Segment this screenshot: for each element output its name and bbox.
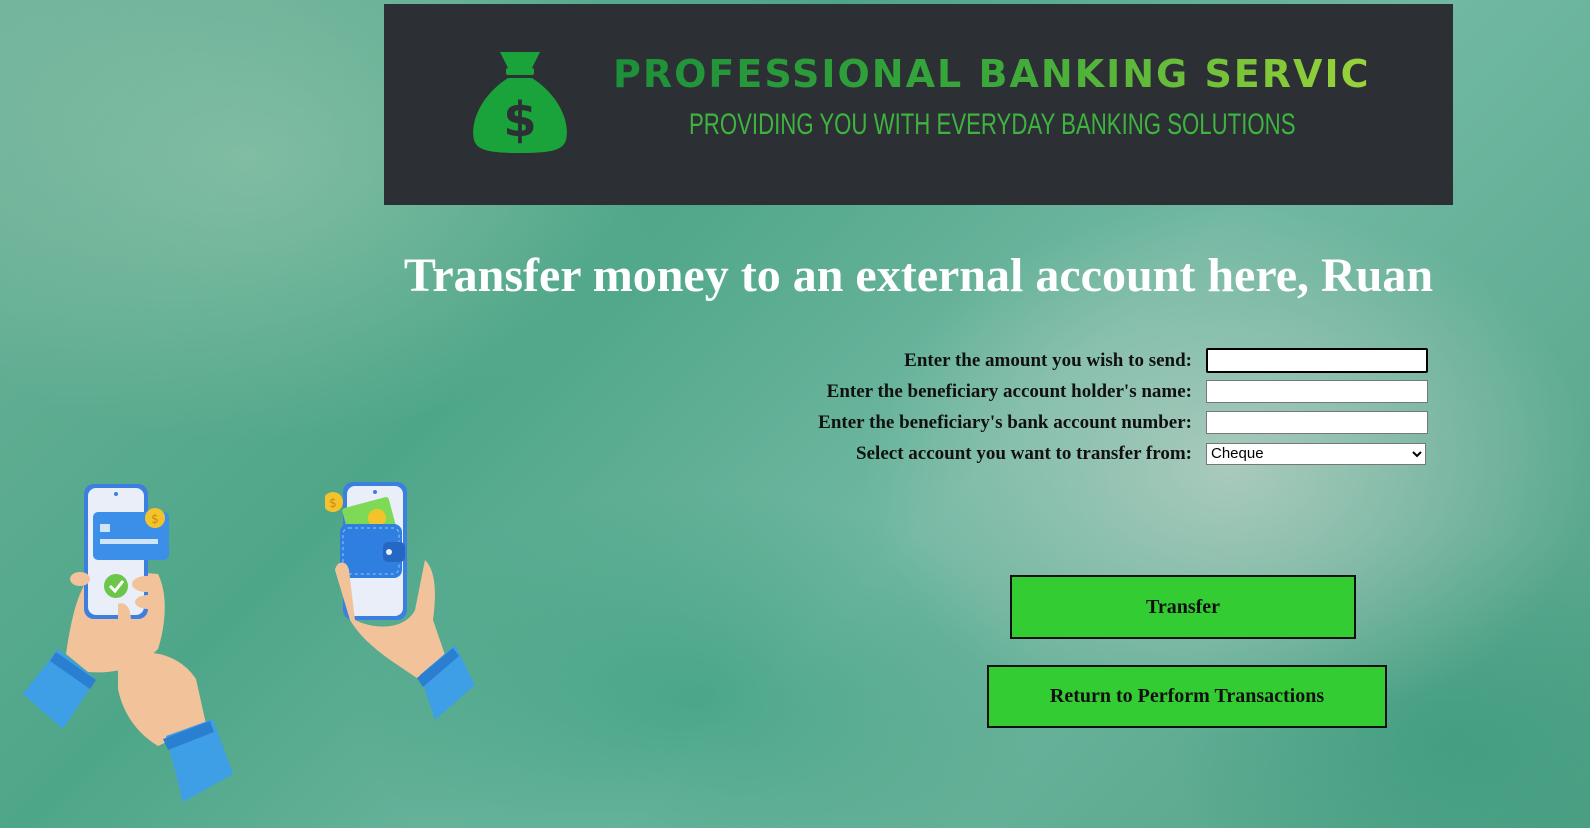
dollar-symbol: $ (503, 92, 536, 148)
transfer-button[interactable]: Transfer (1010, 575, 1356, 639)
account-number-label: Enter the beneficiary's bank account num… (818, 411, 1192, 433)
money-bag-icon: $ (473, 52, 567, 153)
amount-row: Enter the amount you wish to send: (700, 345, 1428, 376)
brand-title: PROFESSIONAL BANKING SERVICES (613, 52, 1428, 96)
holder-row: Enter the beneficiary account holder's n… (700, 376, 1428, 407)
from-account-label: Select account you want to transfer from… (856, 442, 1192, 464)
from-account-select[interactable]: Cheque (1206, 442, 1426, 465)
phone-wallet-illustration: $ (325, 482, 475, 720)
page-title: Transfer money to an external account he… (403, 249, 1434, 302)
amount-input[interactable] (1206, 348, 1428, 373)
holder-name-label: Enter the beneficiary account holder's n… (826, 380, 1192, 402)
holder-name-input[interactable] (1206, 380, 1428, 403)
account-number-row: Enter the beneficiary's bank account num… (700, 407, 1428, 438)
transfer-form: Enter the amount you wish to send: Enter… (700, 345, 1428, 469)
phone-payment-illustration: $ (23, 484, 233, 802)
header-banner: $ PROFESSIONAL BANKING SERVICES PROVIDIN… (384, 4, 1453, 205)
from-account-row: Select account you want to transfer from… (700, 438, 1428, 469)
account-number-input[interactable] (1206, 411, 1428, 434)
brand-subtitle: PROVIDING YOU WITH EVERYDAY BANKING SOLU… (689, 108, 1296, 141)
svg-text:$: $ (329, 496, 337, 510)
return-button[interactable]: Return to Perform Transactions (987, 665, 1387, 728)
svg-text:$: $ (151, 512, 159, 526)
amount-label: Enter the amount you wish to send: (904, 349, 1192, 371)
